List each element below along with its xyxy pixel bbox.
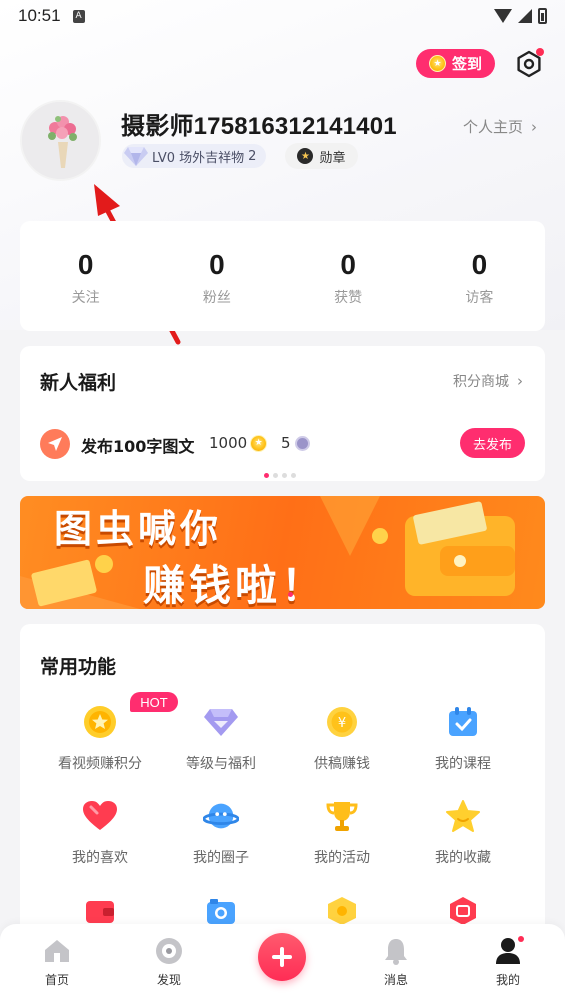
- go-publish-button[interactable]: 去发布: [460, 428, 525, 458]
- plus-icon: [272, 947, 292, 967]
- stat-label: 获赞: [334, 290, 363, 306]
- stat-followers[interactable]: 0 粉丝: [151, 221, 282, 331]
- medal-badge[interactable]: ★ 勋章: [285, 143, 358, 169]
- nav-label: 发现: [156, 973, 181, 987]
- home-icon: [42, 936, 72, 966]
- level-value: 2: [248, 148, 257, 164]
- create-post-button[interactable]: [258, 933, 306, 981]
- star-icon: [445, 798, 481, 834]
- chevron-right-icon: ›: [531, 117, 538, 136]
- feature-label: 我的喜欢: [72, 850, 128, 866]
- checkin-label: 签到: [451, 55, 482, 73]
- feature-label: 供稿赚钱: [314, 756, 370, 772]
- status-time: 10:51: [18, 6, 61, 25]
- stat-label: 关注: [71, 290, 100, 306]
- stat-label: 粉丝: [202, 290, 231, 306]
- feature-level-benefits[interactable]: 等级与福利: [156, 704, 286, 773]
- feature-my-favorites[interactable]: 我的收藏: [398, 798, 528, 867]
- banner-pager-dot: [288, 592, 293, 597]
- feature-label: 等级与福利: [186, 756, 256, 772]
- trophy-icon: [324, 798, 360, 834]
- nav-label: 首页: [44, 973, 69, 987]
- reward-gems: 5: [281, 434, 310, 452]
- gem-icon: [294, 435, 310, 451]
- reward-coins: 1000 ★: [209, 434, 268, 452]
- pager-dot: [282, 473, 287, 478]
- carousel-pager: [264, 473, 296, 478]
- status-icons: [494, 8, 547, 24]
- wifi-icon: [494, 9, 512, 23]
- discover-icon: [154, 936, 184, 966]
- heart-icon: [82, 798, 118, 834]
- stat-value: 0: [77, 249, 94, 280]
- banner-headline-1: 图虫喊你: [54, 507, 223, 551]
- notification-dot: [536, 48, 544, 56]
- nav-home[interactable]: 首页: [27, 936, 87, 988]
- stat-visitors[interactable]: 0 访客: [414, 221, 545, 331]
- feature-label: 我的活动: [314, 850, 370, 866]
- stat-likes[interactable]: 0 获赞: [283, 221, 414, 331]
- notification-dot: [518, 936, 524, 942]
- medal-label: 勋章: [319, 150, 346, 166]
- feature-watch-video[interactable]: 看视频赚积分: [35, 704, 165, 773]
- pager-dot: [291, 473, 296, 478]
- feature-my-circles[interactable]: 我的圈子: [156, 798, 286, 867]
- stat-value: 0: [471, 249, 488, 280]
- points-mall-label: 积分商城: [453, 374, 509, 390]
- bell-icon: [381, 936, 411, 966]
- nav-mine[interactable]: 我的: [478, 936, 538, 988]
- newcomer-welfare-card: 新人福利 积分商城 › 发布100字图文 1000 ★ 5 去发布: [20, 346, 545, 481]
- features-title: 常用功能: [40, 656, 117, 678]
- coin-icon: ★: [428, 55, 446, 72]
- status-bar: 10:51 A: [0, 0, 565, 32]
- stat-following[interactable]: 0 关注: [20, 221, 151, 331]
- username: 摄影师175816312141401: [121, 113, 397, 140]
- stat-label: 访客: [465, 290, 494, 306]
- send-arrow-icon: [40, 429, 70, 459]
- personal-homepage-link[interactable]: 个人主页 ›: [463, 116, 537, 137]
- chevron-right-icon: ›: [517, 372, 523, 390]
- medal-icon: ★: [297, 148, 314, 164]
- homepage-label: 个人主页: [463, 118, 524, 136]
- gems-value: 5: [281, 434, 291, 452]
- svg-text:¥: ¥: [338, 716, 346, 731]
- nav-label: 我的: [495, 973, 520, 987]
- stat-value: 0: [340, 249, 356, 280]
- nav-label: 消息: [383, 973, 408, 987]
- coin-icon: ★: [250, 434, 268, 452]
- banner-headline-2: 赚钱啦！: [143, 561, 328, 609]
- planet-icon: [203, 798, 239, 834]
- calendar-icon: [445, 704, 481, 740]
- feature-label: 看视频赚积分: [58, 756, 142, 772]
- feature-contribute-earn[interactable]: ¥ 供稿赚钱: [277, 704, 407, 773]
- coin-icon: [82, 704, 118, 740]
- feature-label: 我的收藏: [435, 850, 491, 866]
- battery-icon: [538, 8, 547, 24]
- nav-messages[interactable]: 消息: [366, 936, 426, 988]
- task-label: 发布100字图文: [81, 437, 195, 456]
- stats-card: 0 关注 0 粉丝 0 获赞 0 访客: [20, 221, 545, 331]
- level-badge[interactable]: LV0 场外吉祥物 2: [122, 144, 267, 168]
- diamond-icon: [124, 147, 148, 166]
- signal-icon: [518, 9, 532, 23]
- pager-dot: [273, 473, 278, 478]
- welfare-title: 新人福利: [40, 372, 117, 394]
- feature-my-likes[interactable]: 我的喜欢: [35, 798, 165, 867]
- nav-discover[interactable]: 发现: [139, 936, 199, 988]
- stat-value: 0: [209, 249, 225, 280]
- feature-my-courses[interactable]: 我的课程: [398, 704, 528, 773]
- promo-banner[interactable]: 图虫喊你 赚钱啦！: [20, 496, 545, 609]
- feature-label: 我的课程: [435, 756, 491, 772]
- diamond-icon: [203, 704, 239, 740]
- yen-coin-icon: ¥: [324, 704, 360, 740]
- sim-icon: A: [72, 9, 85, 23]
- coins-value: 1000: [209, 434, 248, 452]
- pager-dot-active: [264, 473, 269, 478]
- checkin-button[interactable]: ★ 签到: [416, 49, 495, 78]
- points-mall-link[interactable]: 积分商城 ›: [453, 371, 523, 391]
- level-label: LV0 场外吉祥物: [152, 150, 245, 166]
- feature-my-activities[interactable]: 我的活动: [277, 798, 407, 867]
- avatar[interactable]: [20, 100, 101, 181]
- feature-label: 我的圈子: [193, 850, 249, 866]
